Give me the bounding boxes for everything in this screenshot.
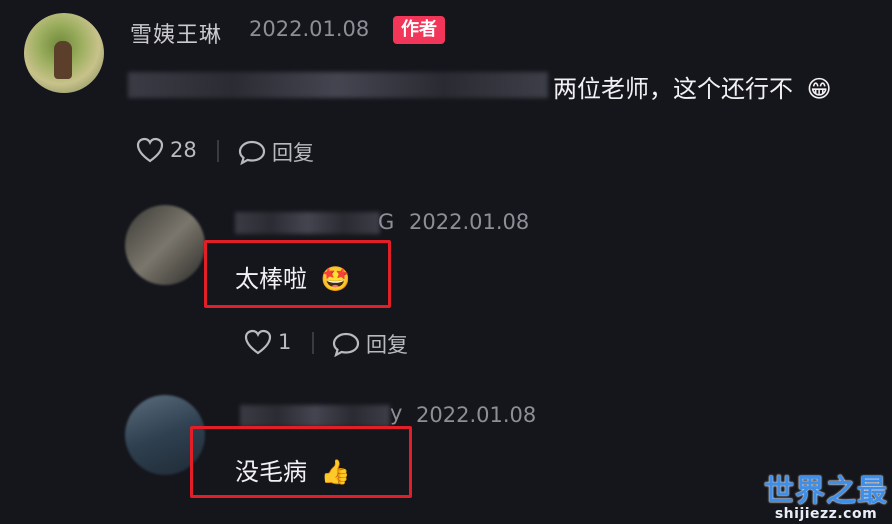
redacted-username: [235, 212, 380, 234]
watermark-url: shijiezz.com: [774, 506, 878, 522]
avatar-figure: [54, 41, 72, 79]
like-count: 28: [170, 138, 197, 162]
reply1-like-button[interactable]: 1: [244, 329, 291, 355]
like-button[interactable]: 28: [136, 137, 197, 163]
grin-emoji-icon: 😁: [806, 75, 832, 103]
reply2-author-name[interactable]: y: [390, 401, 402, 425]
reply1-like-count: 1: [278, 330, 292, 354]
heart-icon: [244, 329, 272, 355]
action-divider: [312, 332, 314, 354]
reply2-text: 没毛病 👍: [235, 452, 351, 487]
comment-author-name[interactable]: 雪姨王琳: [130, 17, 222, 49]
reply1-author-name[interactable]: G: [378, 210, 394, 234]
thumbs-up-emoji-icon: 👍: [320, 458, 351, 486]
star-struck-emoji-icon: 🤩: [320, 265, 351, 293]
reply2-text-body: 没毛病: [235, 458, 307, 486]
reply1-text-body: 太棒啦: [235, 265, 307, 293]
reply1-reply-label: 回复: [366, 333, 408, 357]
reply-label: 回复: [272, 141, 314, 165]
reply2-date: 2022.01.08: [416, 403, 537, 427]
heart-icon: [136, 137, 164, 163]
comment-bubble-icon: [238, 140, 266, 165]
reply1-avatar[interactable]: [125, 205, 205, 285]
author-avatar[interactable]: [24, 13, 104, 93]
reply1-reply-button[interactable]: 回复: [332, 329, 408, 359]
comment-text: 两位老师，这个还行不 😁: [553, 69, 832, 104]
reply1-date: 2022.01.08: [409, 210, 530, 234]
action-divider: [217, 140, 219, 162]
watermark-title: 世界之最: [764, 474, 888, 509]
comment-bubble-icon: [332, 332, 360, 357]
reply1-text: 太棒啦 🤩: [235, 259, 351, 294]
reply-button[interactable]: 回复: [238, 137, 314, 167]
redacted-username: [240, 405, 390, 427]
redacted-text: [128, 72, 548, 98]
comment-date: 2022.01.08: [249, 17, 370, 41]
comment-text-body: 两位老师，这个还行不: [553, 75, 793, 103]
watermark: 世界之最 shijiezz.com: [764, 466, 888, 522]
author-badge: 作者: [393, 16, 445, 44]
